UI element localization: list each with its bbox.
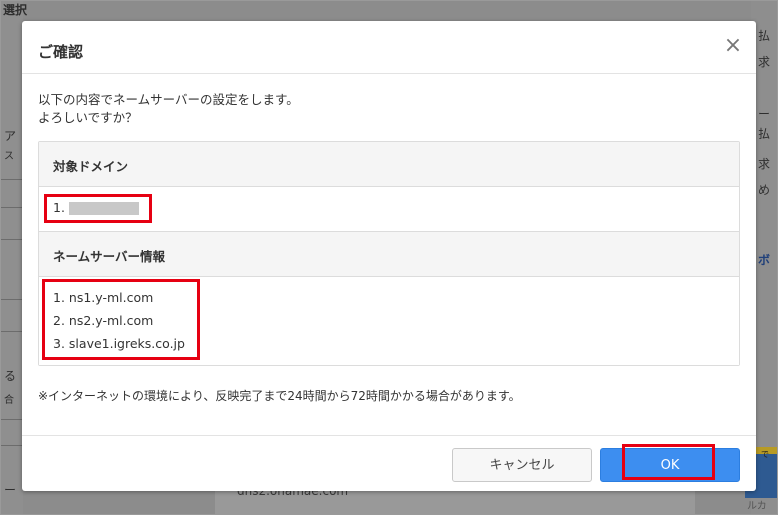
screenshot-frame: 選択 ア ス る 合 ー 払 求 ー 払 求 め ボ で ルカ dns2.ona… (0, 0, 778, 515)
background-left-column (1, 1, 23, 514)
nameserver-number: 2. (53, 313, 65, 328)
background-divider (1, 419, 23, 420)
confirm-info-table: 対象ドメイン 1. ネームサーバー情報 1. ns1.y-ml.com 2. n… (38, 141, 740, 366)
background-text: で (761, 450, 769, 459)
background-text: ス (4, 151, 14, 162)
nameserver-section-heading: ネームサーバー情報 (53, 249, 166, 264)
background-text: 払 (758, 29, 771, 43)
background-text: 選択 (3, 3, 28, 17)
domain-section-body: 1. (39, 187, 739, 232)
background-text: る (4, 369, 17, 383)
background-text: め (758, 183, 771, 197)
close-button[interactable]: × (720, 33, 746, 59)
background-text: ルカ (747, 501, 767, 512)
nameserver-row: 3. slave1.igreks.co.jp (53, 336, 185, 351)
nameserver-number: 1. (53, 290, 65, 305)
nameserver-row: 1. ns1.y-ml.com (53, 290, 153, 305)
background-text: ボ (758, 253, 771, 267)
dialog-footer: キャンセル OK (22, 435, 756, 491)
domain-section-header: 対象ドメイン (39, 142, 739, 187)
background-text: 求 (758, 157, 771, 171)
background-text: 払 (758, 127, 771, 141)
message-line: よろしいですか？ (38, 110, 138, 125)
background-divider (1, 299, 23, 300)
background-divider (1, 207, 23, 208)
propagation-note: ※インターネットの環境により、反映完了まで24時間から72時間かかる場合がありま… (38, 389, 521, 403)
background-text: ー (758, 107, 771, 121)
background-text: 求 (758, 55, 771, 69)
confirm-message: 以下の内容でネームサーバーの設定をします。 よろしいですか？ (38, 91, 299, 127)
background-divider (1, 331, 23, 332)
domain-number: 1. (53, 200, 65, 215)
nameserver-number: 3. (53, 336, 65, 351)
nameserver-value: ns2.y-ml.com (68, 313, 154, 328)
nameserver-section-header: ネームサーバー情報 (39, 232, 739, 277)
cancel-button[interactable]: キャンセル (452, 448, 592, 482)
background-text: ア (4, 129, 17, 143)
message-line: 以下の内容でネームサーバーの設定をします。 (38, 92, 299, 107)
domain-section-heading: 対象ドメイン (53, 159, 129, 174)
background-text: 合 (4, 395, 14, 406)
background-divider (1, 239, 23, 240)
background-text: ー (4, 483, 17, 497)
confirm-dialog: ご確認 × 以下の内容でネームサーバーの設定をします。 よろしいですか？ 対象ド… (22, 21, 756, 491)
background-divider (1, 445, 23, 446)
dialog-header: ご確認 × (22, 21, 756, 74)
nameserver-section-body: 1. ns1.y-ml.com 2. ns2.y-ml.com 3. slave… (39, 277, 739, 365)
ok-button[interactable]: OK (600, 448, 740, 482)
close-icon: × (723, 33, 743, 58)
dialog-title: ご確認 (38, 43, 84, 61)
background-divider (1, 179, 23, 180)
domain-row: 1. (53, 200, 139, 215)
nameserver-value: ns1.y-ml.com (68, 290, 154, 305)
redacted-domain (68, 202, 139, 215)
nameserver-row: 2. ns2.y-ml.com (53, 313, 153, 328)
nameserver-value: slave1.igreks.co.jp (68, 336, 185, 351)
